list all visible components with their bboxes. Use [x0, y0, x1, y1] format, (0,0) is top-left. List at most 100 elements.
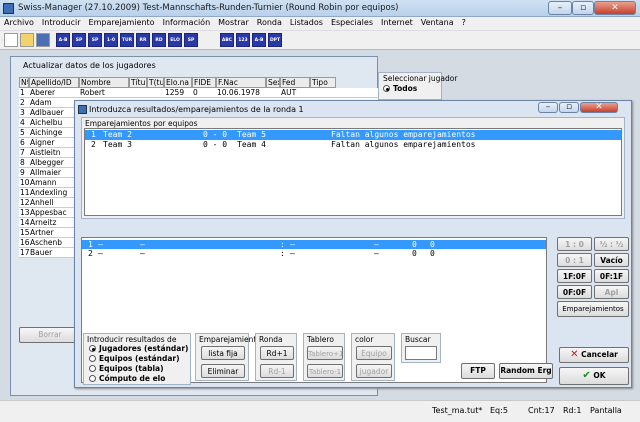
cell-name: Arneitz [30, 218, 57, 227]
cell-n: 1 [20, 88, 25, 97]
dialog-maximize-button[interactable]: ▫ [559, 102, 579, 113]
pairing-row[interactable]: 2 Team 3 0 - 0 Team 4 Faltan algunos emparej… [85, 140, 621, 150]
status-round: Rd:1 [563, 406, 582, 415]
status-file: Test_ma.tut* [432, 406, 483, 415]
delete-button[interactable]: Borrar [19, 327, 81, 343]
remove-button[interactable]: Eliminar [201, 364, 245, 378]
result-button[interactable]: ½ : ½ [594, 237, 629, 251]
next-round-button[interactable]: Rd+1 [260, 346, 294, 360]
input-mode-label: Equipos (estándar) [99, 354, 180, 363]
cell-n: 13 [20, 208, 30, 217]
cell-n: 6 [20, 138, 25, 147]
pairing-note: Faltan algunos emparejamientos [331, 130, 476, 139]
dialog-close-button[interactable]: ✕ [580, 102, 618, 113]
result-button[interactable]: 1 : 0 [557, 237, 592, 251]
color-label: color [355, 335, 374, 344]
close-button[interactable]: ✕ [594, 1, 636, 15]
menu-item[interactable]: Mostrar [214, 17, 253, 28]
menu-item[interactable]: Archivo [0, 17, 38, 28]
toolbar-button[interactable]: 1-0 [104, 33, 118, 47]
save-icon[interactable] [36, 33, 50, 47]
board-label: Tablero [307, 335, 334, 344]
toolbar-button[interactable]: RD [152, 33, 166, 47]
toolbar-button[interactable]: A-B [252, 33, 266, 47]
result-button[interactable]: 0 : 1 [557, 253, 592, 267]
toolbar-button[interactable]: TUR [120, 33, 134, 47]
input-mode-radio[interactable] [89, 375, 96, 382]
fixed-list-button[interactable]: lista fija [201, 346, 245, 360]
cell-n: 10 [20, 178, 30, 187]
color-team-button[interactable]: Equipo [356, 346, 392, 360]
window-title: Swiss-Manager (27.10.2009) Test-Mannscha… [18, 3, 399, 13]
all-radio[interactable] [383, 85, 390, 92]
toolbar-button[interactable]: A-B [56, 33, 70, 47]
toolbar-button[interactable]: 123 [236, 33, 250, 47]
toolbar-button[interactable]: RR [136, 33, 150, 47]
board-b: – [140, 249, 145, 258]
emparejamientos-button[interactable]: Emparejamientos [557, 301, 629, 317]
title-bar: Swiss-Manager (27.10.2009) Test-Mannscha… [0, 0, 640, 17]
result-button[interactable]: 1F:0F [557, 269, 592, 283]
toolbar-button[interactable]: DPT [268, 33, 282, 47]
prev-round-button[interactable]: Rd-1 [260, 364, 294, 378]
board-c: : [280, 249, 285, 258]
menu-item[interactable]: Ventana [417, 17, 458, 28]
cell-name: Appesbac [30, 208, 67, 217]
input-mode-radio[interactable] [89, 365, 96, 372]
open-folder-icon[interactable] [20, 33, 34, 47]
board-e: – [374, 249, 379, 258]
cell-name: Anhell [30, 198, 54, 207]
toolbar-button[interactable]: SP [184, 33, 198, 47]
ok-button[interactable]: ✔ OK [559, 367, 629, 385]
result-buttons: 1 : 0½ : ½0 : 1 Vacío 1F:0F 0F:1F 0F:0F Apl [557, 237, 629, 299]
menu-item[interactable]: ? [458, 17, 470, 28]
toolbar-button[interactable]: SP [88, 33, 102, 47]
prev-board-button[interactable]: Tablero-1 [307, 364, 343, 378]
menu-item[interactable]: Información [159, 17, 215, 28]
cell-n: 16 [20, 238, 30, 247]
menu-item[interactable]: Introducir [38, 17, 85, 28]
result-button[interactable]: 0F:1F [594, 269, 629, 283]
team-pairings-list[interactable]: 1 Team 2 0 - 0 Team 5 Faltan algunos emparej… [84, 128, 622, 216]
random-results-button[interactable]: Random Erg [499, 363, 553, 379]
result-button[interactable]: Vacío [594, 253, 629, 267]
board-row[interactable]: 2– –: – –0 0 [82, 249, 546, 258]
cell-name: Aigner [30, 138, 55, 147]
pairing-board: 1 [91, 130, 96, 139]
ftp-button[interactable]: FTP [461, 363, 495, 379]
input-mode-radio[interactable] [89, 355, 96, 362]
menu-item[interactable]: Internet [377, 17, 417, 28]
new-file-icon[interactable] [4, 33, 18, 47]
cell-name: Adlbauer [30, 108, 64, 117]
color-player-button[interactable]: jugador [356, 364, 392, 378]
next-board-button[interactable]: Tablero+1 [307, 346, 343, 360]
pairing-label: Emparejamiento [199, 335, 261, 344]
toolbar-button[interactable]: SP [72, 33, 86, 47]
dialog-minimize-button[interactable]: – [538, 102, 558, 113]
menu-item[interactable]: Listados [286, 17, 327, 28]
result-button[interactable]: Apl [594, 285, 629, 299]
cell-n: 15 [20, 228, 30, 237]
board-n: 1 [88, 240, 93, 249]
input-mode-label: Cómputo de elo [99, 374, 166, 383]
toolbar-button[interactable]: ELO [168, 33, 182, 47]
board-row[interactable]: 1– –: – –0 0 [82, 240, 546, 249]
menu-item[interactable]: Emparejamiento [85, 17, 159, 28]
result-button[interactable]: 0F:0F [557, 285, 592, 299]
cell-n: 7 [20, 148, 25, 157]
cancel-label: Cancelar [581, 350, 618, 359]
round-group: Ronda Rd+1 Rd-1 [255, 333, 297, 381]
toolbar-button[interactable]: ABC [220, 33, 234, 47]
search-input[interactable] [405, 346, 437, 360]
input-mode-radio[interactable] [89, 345, 96, 352]
cell-n: 11 [20, 188, 30, 197]
minimize-button[interactable]: – [548, 1, 572, 15]
maximize-button[interactable]: ▫ [572, 1, 594, 15]
menu-item[interactable]: Especiales [327, 17, 377, 28]
cancel-button[interactable]: ✕ Cancelar [559, 347, 629, 363]
menu-item[interactable]: Ronda [253, 17, 286, 28]
pairing-row[interactable]: 1 Team 2 0 - 0 Team 5 Faltan algunos emparej… [85, 130, 621, 140]
table-row[interactable]: 1 Aberer Robert 1259 0 10.06.1978 AUT [19, 88, 379, 98]
ok-label: OK [593, 371, 606, 380]
status-teams: Eq:5 [490, 406, 508, 415]
